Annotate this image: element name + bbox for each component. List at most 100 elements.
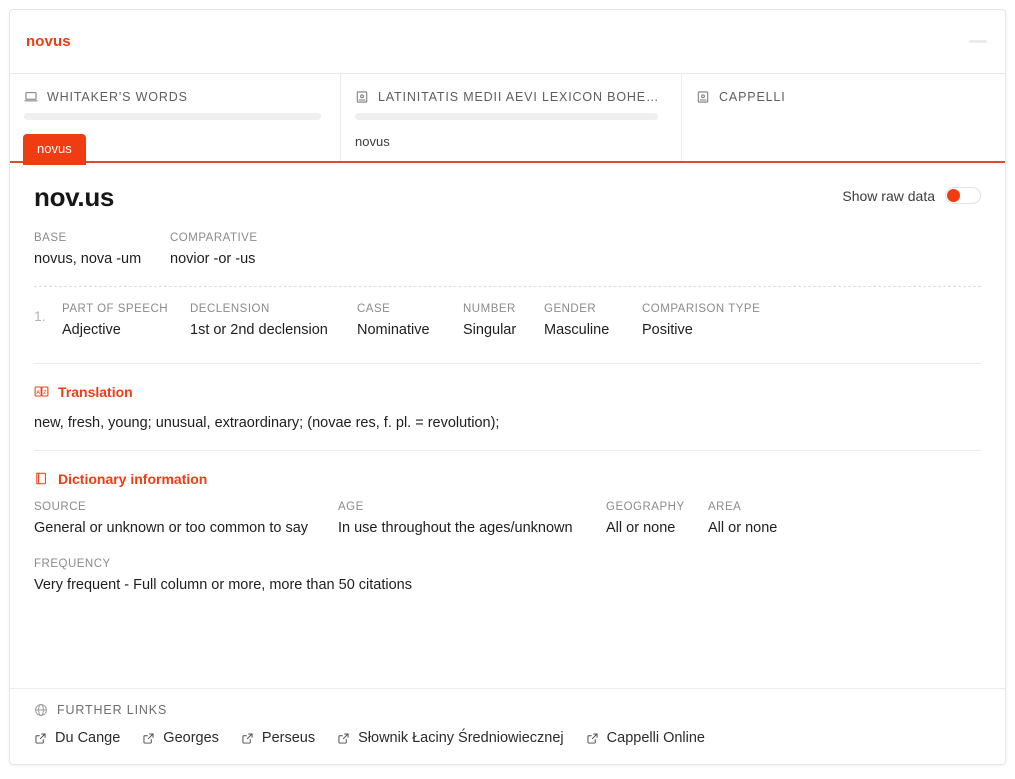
field-label: FREQUENCY xyxy=(34,558,111,571)
dictionary-name-label: LATINITATIS MEDII AEVI LEXICON BOHE… xyxy=(378,90,660,104)
further-link-label: Du Cange xyxy=(55,730,121,746)
show-raw-data-toggle[interactable]: Show raw data xyxy=(842,187,981,204)
book-outline-icon xyxy=(34,471,49,486)
field-value: novus, nova -um xyxy=(34,250,142,267)
show-raw-data-label: Show raw data xyxy=(842,187,935,204)
entry-title: nov.us xyxy=(34,182,115,212)
dictionary-entry-chips: novus xyxy=(23,132,326,165)
field-value: In use throughout the ages/unknown xyxy=(338,519,573,536)
entry-body: nov.us Show raw data BASE novus, nova -u… xyxy=(10,163,1005,688)
svg-text:Z: Z xyxy=(43,390,47,396)
field-value: All or none xyxy=(606,519,676,536)
dictionary-column-cappelli[interactable]: CAPPELLI xyxy=(682,74,1005,161)
card-header: novus xyxy=(10,10,1005,74)
dictionary-name-label: CAPPELLI xyxy=(719,90,786,104)
dictionary-information-row-1: SOURCE General or unknown or too common … xyxy=(34,500,981,539)
further-link-du-cange[interactable]: Du Cange xyxy=(34,730,120,746)
dict-field-area: AREA All or none xyxy=(708,500,848,539)
external-link-icon xyxy=(586,732,599,745)
dictionary-entry-chips: novus xyxy=(355,132,667,149)
field-label: BASE xyxy=(34,231,67,244)
dict-field-age: AGE In use throughout the ages/unknown xyxy=(338,500,606,539)
field-label: COMPARISON TYPE xyxy=(642,303,761,316)
external-link-icon xyxy=(241,732,254,745)
analysis-field-number: NUMBER Singular xyxy=(463,302,544,341)
field-value: General or unknown or too common to say xyxy=(34,519,309,536)
further-link-georges[interactable]: Georges xyxy=(142,730,219,746)
translation-section: A Z Translation new, fresh, young; unusu… xyxy=(34,364,981,450)
dict-field-source: SOURCE General or unknown or too common … xyxy=(34,500,338,539)
translation-section-title: Translation xyxy=(58,383,133,400)
word-result-card: novus WHITAKER'S WORDS novus LATINITATIS… xyxy=(9,9,1006,765)
dictionary-tabstrip: WHITAKER'S WORDS novus LATINITATIS MEDII… xyxy=(10,74,1005,165)
further-links-header: FURTHER LINKS xyxy=(34,703,981,717)
further-link-label: Perseus xyxy=(261,730,316,746)
form-field-base: BASE novus, nova -um xyxy=(34,231,170,270)
translation-text: new, fresh, young; unusual, extraordinar… xyxy=(34,414,500,431)
dictionary-loading-bar xyxy=(24,113,321,120)
analysis-field-comparison-type: COMPARISON TYPE Positive xyxy=(642,302,792,341)
further-link-perseus[interactable]: Perseus xyxy=(241,730,315,746)
field-label: AGE xyxy=(338,500,364,513)
entry-chip-novus[interactable]: novus xyxy=(355,132,390,149)
dict-field-frequency: FREQUENCY Very frequent - Full column or… xyxy=(34,557,412,596)
field-label: AREA xyxy=(708,500,742,513)
field-label: GEOGRAPHY xyxy=(606,500,685,513)
field-label: CASE xyxy=(357,303,391,316)
field-label: NUMBER xyxy=(463,303,516,316)
book-icon xyxy=(355,90,369,104)
globe-icon xyxy=(34,703,48,717)
further-link-slownik-laciny-sredniowiecznej[interactable]: Słownik Łaciny Średniowiecznej xyxy=(337,730,564,746)
dictionary-column-latinitatis-medii-aevi-lexicon[interactable]: LATINITATIS MEDII AEVI LEXICON BOHE… nov… xyxy=(341,74,682,161)
collapse-handle-icon[interactable] xyxy=(969,40,987,43)
analysis-field-part-of-speech: PART OF SPEECH Adjective xyxy=(62,302,190,341)
field-value: Positive xyxy=(642,322,693,339)
dictionary-column-header: LATINITATIS MEDII AEVI LEXICON BOHE… xyxy=(355,90,667,104)
analysis-field-gender: GENDER Masculine xyxy=(544,302,642,341)
analysis-index: 1. xyxy=(34,308,46,325)
form-field-comparative: COMPARATIVE novior -or -us xyxy=(170,231,410,270)
external-link-icon xyxy=(337,732,350,745)
grammar-analysis-row: 1. PART OF SPEECH Adjective DECLENSION 1… xyxy=(34,287,981,363)
translation-section-header: A Z Translation xyxy=(34,384,981,400)
dictionary-information-title: Dictionary information xyxy=(58,470,208,487)
field-value: novior -or -us xyxy=(170,250,256,267)
further-links-footer: FURTHER LINKS Du Cange Georges Perseus S… xyxy=(10,688,1005,764)
field-value: Nominative xyxy=(357,322,430,339)
further-links-list: Du Cange Georges Perseus Słownik Łaciny … xyxy=(34,730,981,746)
dictionary-information-header: Dictionary information xyxy=(34,471,981,487)
field-label: SOURCE xyxy=(34,500,87,513)
field-value: Very frequent - Full column or more, mor… xyxy=(34,577,412,594)
dictionary-name-label: WHITAKER'S WORDS xyxy=(47,90,188,104)
analysis-fields: PART OF SPEECH Adjective DECLENSION 1st … xyxy=(62,302,981,341)
further-links-label: FURTHER LINKS xyxy=(57,703,168,717)
dictionary-information-section: Dictionary information SOURCE General or… xyxy=(34,451,981,612)
word-forms-row: BASE novus, nova -um COMPARATIVE novior … xyxy=(34,231,981,287)
field-label: DECLENSION xyxy=(190,303,270,316)
translate-icon: A Z xyxy=(34,384,49,399)
searched-word-title: novus xyxy=(26,33,71,50)
dictionary-information-row-2: FREQUENCY Very frequent - Full column or… xyxy=(34,557,981,596)
field-label: COMPARATIVE xyxy=(170,231,258,244)
further-link-label: Georges xyxy=(163,730,219,746)
dictionary-column-whitakers-words[interactable]: WHITAKER'S WORDS novus xyxy=(10,74,341,165)
app-viewport: novus WHITAKER'S WORDS novus LATINITATIS… xyxy=(0,0,1015,779)
further-link-label: Słownik Łaciny Średniowiecznej xyxy=(358,730,564,746)
dictionary-loading-bar xyxy=(355,113,658,120)
laptop-icon xyxy=(24,90,38,104)
field-value: Singular xyxy=(463,322,517,339)
raw-data-switch[interactable] xyxy=(945,187,981,204)
switch-knob-icon xyxy=(947,189,960,202)
field-value: 1st or 2nd declension xyxy=(190,322,328,339)
analysis-field-case: CASE Nominative xyxy=(357,302,463,341)
entry-chip-novus[interactable]: novus xyxy=(23,134,86,165)
analysis-field-declension: DECLENSION 1st or 2nd declension xyxy=(190,302,357,341)
field-label: GENDER xyxy=(544,303,597,316)
field-label: PART OF SPEECH xyxy=(62,303,169,316)
field-value: Adjective xyxy=(62,322,121,339)
further-link-cappelli-online[interactable]: Cappelli Online xyxy=(586,730,705,746)
book-icon xyxy=(696,90,710,104)
field-value: Masculine xyxy=(544,322,610,339)
dictionary-column-header: CAPPELLI xyxy=(696,90,991,104)
